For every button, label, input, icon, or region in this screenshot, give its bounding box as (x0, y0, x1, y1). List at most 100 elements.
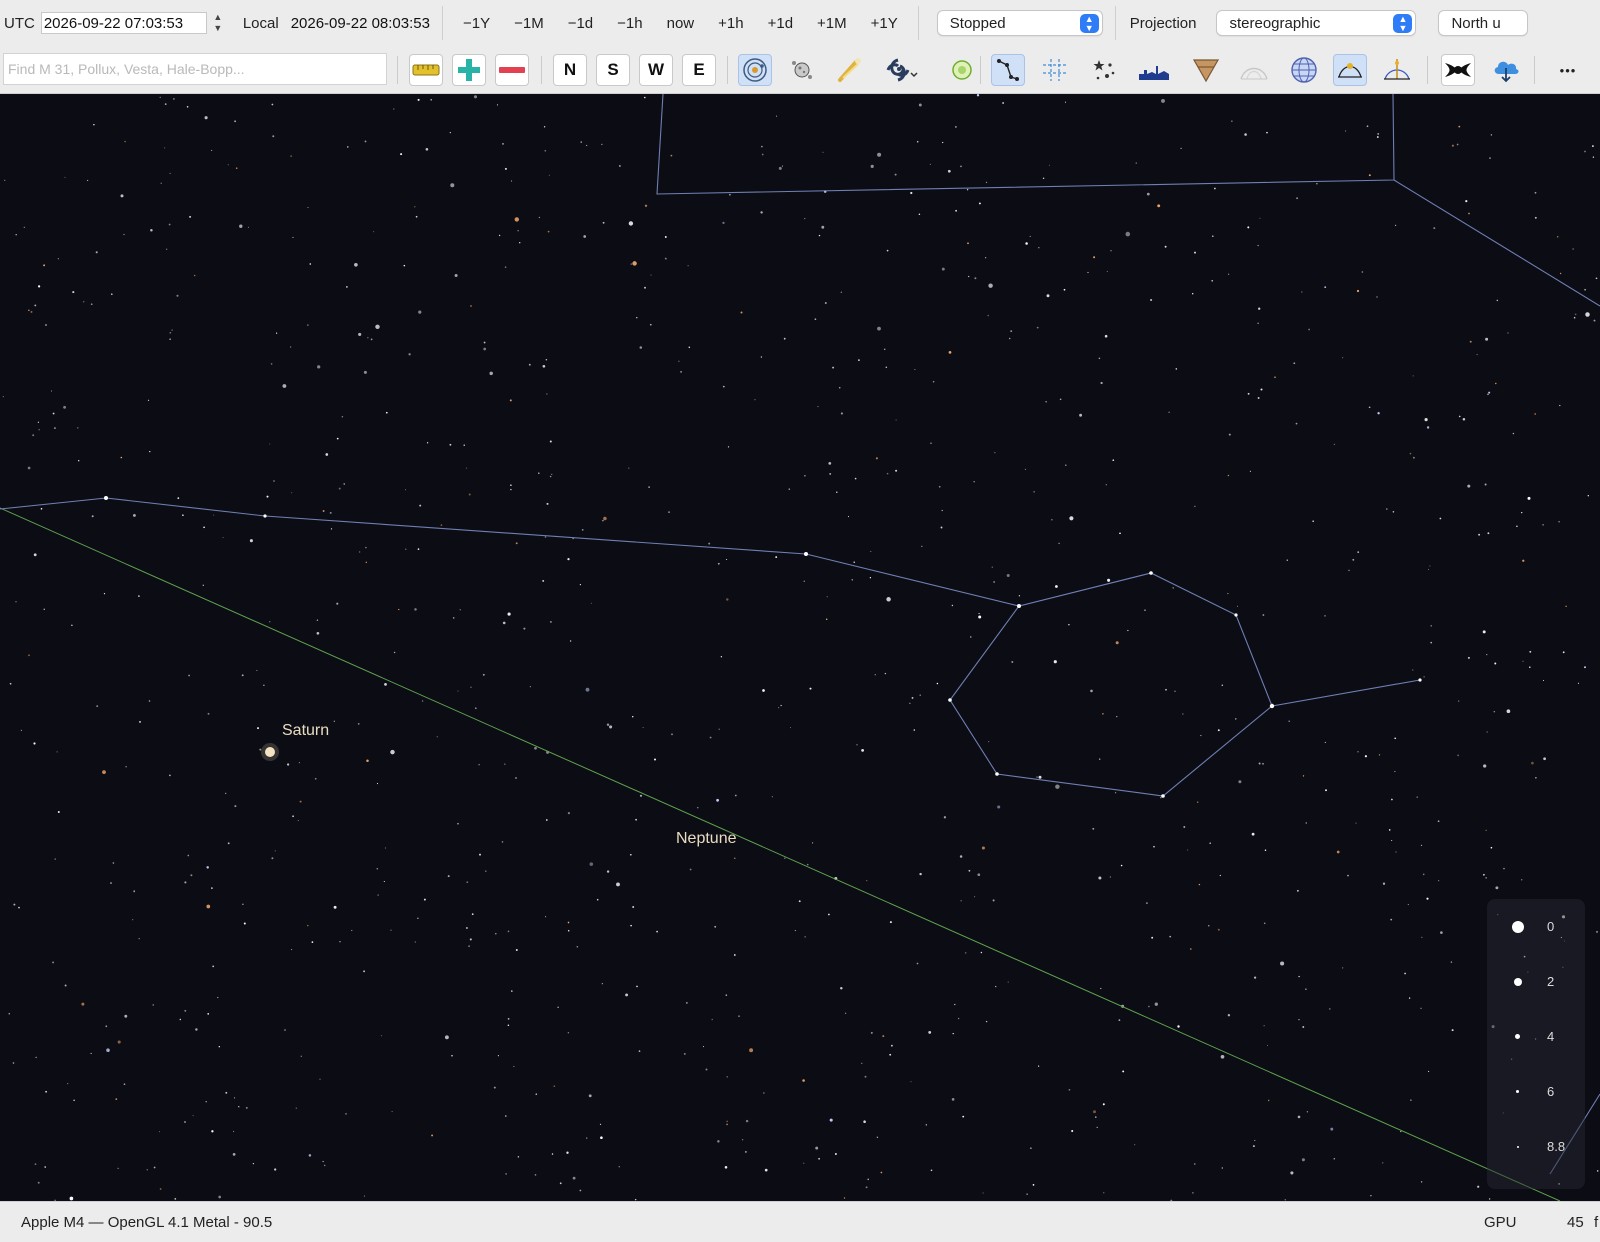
zoom-in-button[interactable] (452, 54, 486, 86)
background-star (64, 176, 66, 178)
background-star (745, 1119, 749, 1123)
meridian-toggle[interactable] (1380, 54, 1414, 86)
saturn-label[interactable]: Saturn (282, 722, 329, 740)
background-star (478, 763, 480, 766)
ruler-button[interactable] (409, 54, 443, 86)
grid-toggle[interactable] (1038, 54, 1072, 86)
background-star (909, 702, 911, 704)
sky-view[interactable]: Saturn Neptune 0 2 4 6 8.8 (0, 94, 1600, 1201)
ecliptic-toggle[interactable] (1189, 54, 1223, 86)
chevron-down-icon[interactable]: ▼ (211, 23, 225, 34)
comets-toggle[interactable] (833, 54, 867, 86)
divider (917, 6, 919, 40)
background-star (1098, 357, 1101, 360)
orientation-select[interactable]: North u (1438, 10, 1529, 36)
background-star (639, 794, 643, 797)
zoom-out-button[interactable] (495, 54, 529, 86)
view-west-button[interactable]: W (639, 54, 673, 86)
background-star (714, 925, 717, 928)
time-rate-select[interactable]: Stopped ▲ ▼ (936, 10, 1103, 36)
background-star (829, 1118, 833, 1122)
background-star (241, 674, 244, 677)
background-star (985, 181, 988, 184)
background-star (117, 1167, 119, 1170)
step-now-button[interactable]: now (667, 15, 695, 32)
step-plus-hour-button[interactable]: +1h (718, 15, 743, 32)
background-star (1404, 972, 1406, 975)
background-star (1410, 1099, 1412, 1101)
step-minus-year-button[interactable]: −1Y (463, 15, 490, 32)
background-star (276, 332, 278, 334)
background-star (1382, 882, 1386, 885)
constellation-lines-toggle[interactable] (991, 54, 1025, 86)
atmosphere-toggle[interactable] (1237, 54, 1271, 86)
step-plus-month-button[interactable]: +1M (817, 15, 847, 32)
view-east-button[interactable]: E (682, 54, 716, 86)
utc-datetime-input[interactable] (40, 12, 207, 34)
search-input[interactable] (3, 53, 387, 85)
eclipse-toggle[interactable] (1441, 54, 1475, 86)
background-star (876, 1136, 879, 1139)
more-button[interactable]: ••• (1551, 54, 1585, 86)
solar-system-toggle[interactable] (738, 54, 772, 86)
background-star (225, 1091, 228, 1094)
background-star (1482, 630, 1486, 634)
background-star (298, 762, 300, 764)
background-star (913, 729, 916, 731)
moons-toggle[interactable] (785, 54, 819, 86)
sun-path-toggle[interactable] (1333, 54, 1367, 86)
background-star (452, 617, 455, 619)
background-star (1095, 1116, 1097, 1118)
background-star (1266, 1044, 1269, 1046)
background-star (189, 215, 192, 218)
deep-sky-toggle[interactable] (884, 54, 918, 86)
background-star (1214, 187, 1216, 190)
background-star (1211, 279, 1214, 282)
chevron-up-icon[interactable]: ▲ (211, 12, 225, 23)
step-plus-day-button[interactable]: +1d (768, 15, 793, 32)
background-star (1420, 1007, 1422, 1009)
background-star (418, 310, 422, 314)
local-datetime: 2026-09-22 08:03:53 (290, 14, 430, 32)
projection-select[interactable]: stereographic ▲ ▼ (1216, 10, 1417, 36)
background-star (1068, 1088, 1071, 1091)
utc-stepper[interactable]: ▲ ▼ (211, 10, 225, 36)
background-star (166, 248, 168, 250)
background-star (1093, 256, 1096, 259)
background-star (206, 904, 211, 909)
background-star (918, 103, 922, 107)
background-star (1217, 928, 1220, 931)
background-star (616, 882, 620, 887)
globe-grid-toggle[interactable] (1287, 54, 1321, 86)
step-minus-hour-button[interactable]: −1h (617, 15, 642, 32)
view-south-button[interactable]: S (596, 54, 630, 86)
background-star (317, 365, 321, 369)
background-star (670, 154, 673, 157)
magnitude-dot (1512, 921, 1524, 933)
step-minus-day-button[interactable]: −1d (568, 15, 593, 32)
neptune-label[interactable]: Neptune (676, 830, 737, 848)
nebulae-toggle[interactable] (945, 54, 979, 86)
background-star (28, 309, 30, 311)
background-star (239, 224, 243, 228)
step-plus-year-button[interactable]: +1Y (871, 15, 898, 32)
background-star (1105, 484, 1107, 486)
horizon-toggle[interactable] (1137, 54, 1171, 86)
background-star (635, 818, 637, 821)
step-minus-month-button[interactable]: −1M (514, 15, 544, 32)
background-star (1296, 197, 1299, 200)
background-star (583, 235, 587, 238)
download-button[interactable] (1489, 54, 1523, 86)
background-star (771, 796, 773, 798)
background-star (705, 1068, 708, 1071)
sky-canvas[interactable] (0, 94, 1600, 1201)
background-star (551, 1153, 554, 1155)
star-labels-toggle[interactable] (1087, 54, 1121, 86)
background-star (1219, 874, 1221, 877)
view-north-button[interactable]: N (553, 54, 587, 86)
constellation-line (1393, 179, 1600, 307)
background-star (895, 419, 897, 421)
background-star (1053, 660, 1057, 664)
background-star (987, 314, 989, 317)
background-star (720, 656, 723, 658)
